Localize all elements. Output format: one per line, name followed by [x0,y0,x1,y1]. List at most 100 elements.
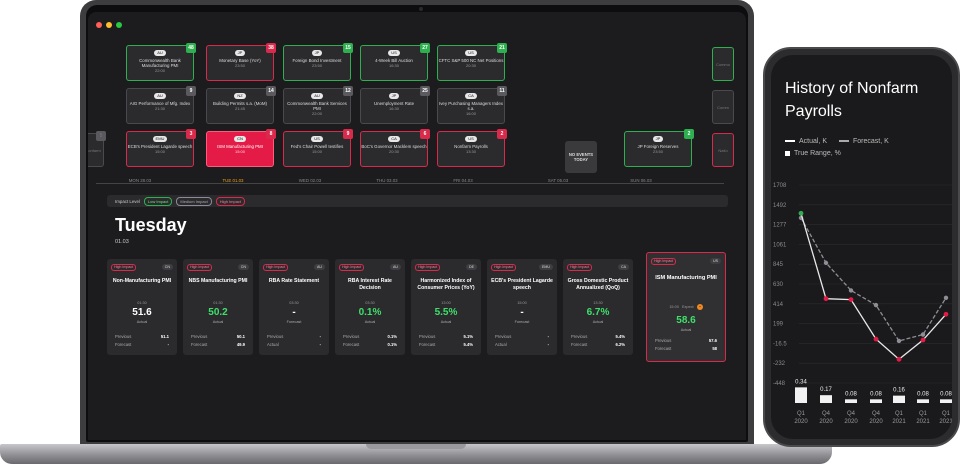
calendar-event[interactable]: AU Commonwealth Bank Services PMI 22:00 12 [283,86,353,124]
range-label: 0.08 [845,391,857,397]
medium-impact-filter[interactable]: Medium Impact [176,196,212,206]
maximize-window-button[interactable] [116,22,122,28]
event-count-badge: 14 [266,86,276,96]
row-label: Previous [571,334,588,339]
high-impact-filter[interactable]: High Impact [215,196,246,206]
event-time: 21:45 [234,106,245,112]
laptop-base [0,444,832,464]
actual-point [798,210,804,216]
close-window-button[interactable] [96,22,102,28]
x-tick-year: 2021 [916,419,930,425]
event-value: 6.7% [586,307,610,318]
calendar-event[interactable]: US Fed's Chair Powell testifies 15:00 9 [283,129,353,167]
country-flag: JP [388,93,400,99]
event-count-badge: 5 [96,131,106,141]
calendar-event[interactable]: CA Ivey Purchasing Managers Index s.a. 16:… [437,86,507,124]
range-label: 0.08 [917,391,929,397]
forecast-line [800,217,947,342]
event-card[interactable]: High Impact AU RBA Rate Statement 03:30 - For… [259,259,329,355]
row-value: - [547,334,549,339]
stat-row: Forecast - [115,342,169,347]
calendar-event[interactable]: JP Monetary Base (YoY) 23:50 38 [206,43,276,81]
row-label: Previous [343,334,360,339]
calendar-event[interactable]: JP JP Foreign Reserves 23:50 2 [624,129,694,167]
forecast-point [848,288,854,293]
event-count-badge: 38 [266,43,276,53]
next-day-event[interactable]: Comm [712,90,734,124]
next-day-event[interactable]: Commo [712,47,734,81]
value-label: Forecast [286,320,302,324]
country-flag: AU [390,264,401,270]
event-card[interactable]: High Impact CA Gross Domestic Product Annu… [563,259,633,355]
calendar-event[interactable]: US 4-Week Bill Auction 16:30 27 [360,43,430,81]
range-label: 0.17 [820,387,832,393]
calendar-event[interactable]: US Nonfarm Payrolls 13:30 2 [437,129,507,167]
calendar-event[interactable]: US CFTC S&P 500 NC Net Positions 20:30 21 [437,43,507,81]
calendar-event[interactable]: AU Commonwealth Bank Manufacturing PMI 22:… [126,43,196,81]
event-card[interactable]: High Impact EMU ECB's President Lagarde sp… [487,259,557,355]
row-value: 58 [712,346,717,351]
country-flag: AU [154,50,166,56]
calendar-event[interactable]: JP Unemployment Rate 16:30 25 [360,86,430,124]
country-flag: US [311,136,323,142]
day-label[interactable]: MON 28.03 [120,178,160,183]
country-flag: CA [388,136,400,142]
event-title: ECB's President Lagarde speech [491,278,553,291]
chart-legend: Actual, K Forecast, K True Range, % [785,137,899,158]
country-flag: CA [465,93,477,99]
legend-forecast[interactable]: Forecast, K [838,138,889,145]
event-time: 15:00 [669,305,679,309]
event-count-badge: 2 [684,129,694,139]
event-count-badge: 27 [420,43,430,53]
forecast-point [873,302,879,308]
event-title: Commonwealth Bank Services PMI [287,101,347,112]
range-bar [917,399,929,403]
low-impact-filter[interactable]: Low Impact [143,196,173,206]
value-label: Actual [136,320,148,324]
event-card[interactable]: High Impact CN Non-Manufacturing PMI 01:30 5… [107,259,177,355]
day-label[interactable]: FRI 04.03 [443,178,483,183]
day-label[interactable]: THU 03.03 [367,178,407,183]
value-label: Actual [440,320,452,324]
legend-range[interactable]: True Range, % [785,150,841,157]
calendar-event[interactable]: AU AIG Performance of Mfg. Index 21:30 9 [126,86,196,124]
legend-actual[interactable]: Actual, K [785,138,827,145]
event-title: Commonwealth Bank Manufacturing PMI [139,58,181,69]
event-time: 22:00 [311,111,322,117]
featured-event-card[interactable]: High Impact US ISM Manufacturing PMI 15:… [646,252,726,362]
event-card[interactable]: High Impact AU RBA Interest Rate Decision 0… [335,259,405,355]
row-value: - [319,342,321,347]
event-count-badge: 11 [497,86,507,96]
row-label: Previous [419,334,436,339]
prev-day-event[interactable]: Nonfarm 5 [88,131,106,167]
event-card[interactable]: High Impact CN NBS Manufacturing PMI 01:30 5… [183,259,253,355]
calendar-event[interactable]: EMU ECB's President Lagarde speech 15:00 3 [126,129,196,167]
event-value: 5.5% [434,307,458,318]
calendar-event[interactable]: JP Foreign Bond Investment 23:50 15 [283,43,353,81]
day-label[interactable]: SUN 06.03 [621,178,661,183]
stat-row: Previous 0.1% [343,334,397,339]
day-label[interactable]: SAT 05.03 [538,178,578,183]
country-flag: AU [311,93,323,99]
event-title: RBA Interest Rate Decision [348,278,392,291]
calendar-event[interactable]: NZ Building Permits s.a. (MoM) 21:45 14 [206,86,276,124]
impact-badge: High Impact [339,264,365,271]
value-label: Actual [592,320,604,324]
day-label[interactable]: WED 02.03 [290,178,330,183]
row-value: 57.6 [708,338,717,343]
range-bar [940,399,952,403]
event-card[interactable]: High Impact DE Harmonized Index of Consume… [411,259,481,355]
event-count-badge: 48 [186,43,196,53]
event-count-badge: 6 [420,129,430,139]
calendar-event[interactable]: CN ISM Manufacturing PMI 15:00 8 [206,129,276,167]
event-time: 03:30 [365,301,375,305]
row-value: 0.1% [387,334,397,339]
stat-row: Previous - [495,334,549,339]
event-time: 23:50 [234,63,245,69]
event-time: 16:00 [465,111,476,117]
value-label: Actual [364,320,376,324]
next-day-event[interactable]: Natio [712,133,734,167]
minimize-window-button[interactable] [106,22,112,28]
calendar-event[interactable]: CA BoC's Governor Macklem speech 20:30 6 [360,129,430,167]
day-label[interactable]: TUE 01.03 [213,178,253,183]
